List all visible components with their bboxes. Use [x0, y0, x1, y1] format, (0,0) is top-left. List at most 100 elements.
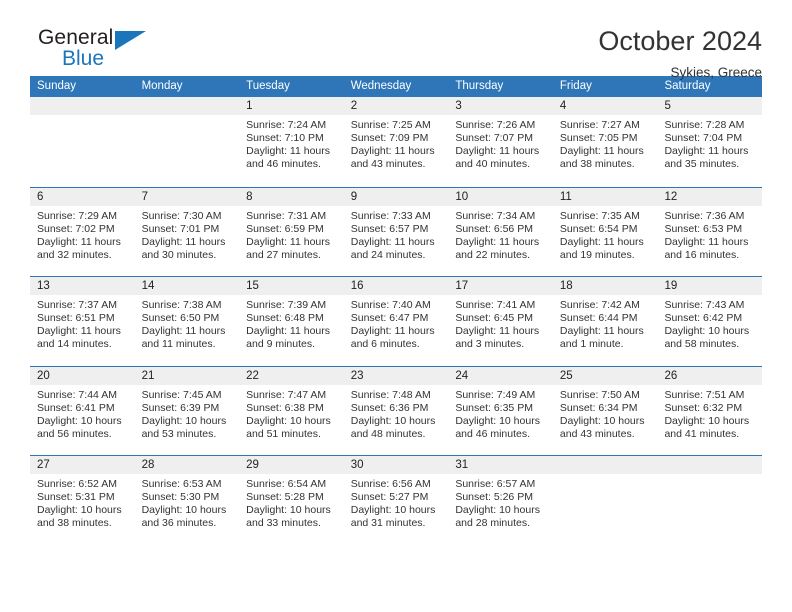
week-row: 20 Sunrise: 7:44 AM Sunset: 6:41 PM Dayligh… [30, 365, 763, 456]
day-cell[interactable]: 12 Sunrise: 7:36 AM Sunset: 6:53 PM Dayligh… [657, 187, 763, 277]
day-cell[interactable]: 16 Sunrise: 7:40 AM Sunset: 6:47 PM Dayligh… [343, 277, 449, 366]
day-cell[interactable]: 24 Sunrise: 7:49 AM Sunset: 6:35 PM Dayligh… [448, 366, 553, 456]
weekday-header-thursday: Thursday [455, 80, 504, 92]
day-detail-line: and 22 minutes. [455, 248, 531, 261]
day-detail-line: and 9 minutes. [246, 338, 316, 351]
calendar-grid: Sunday Monday Tuesday Wednesday Thursday Frid… [30, 76, 763, 545]
day-detail-line: Daylight: 11 hours [664, 235, 749, 248]
day-cell[interactable]: 2 Sunrise: 7:25 AM Sunset: 7:09 PM Daylight… [343, 97, 449, 187]
day-number: 20 [30, 366, 135, 385]
day-detail-line: Sunrise: 7:50 AM [559, 388, 640, 401]
weekday-header-row: Sunday Monday Tuesday Wednesday Thursday Frid… [30, 76, 762, 97]
day-detail-line: Sunrise: 7:28 AM [664, 119, 745, 131]
day-detail-line: Sunrise: 7:45 AM [141, 388, 222, 401]
day-detail-line: Sunset: 6:48 PM [246, 312, 324, 325]
day-detail-line: Sunset: 6:41 PM [37, 401, 115, 414]
day-details: Sunrise: 6:52 AM Sunset: 5:31 PM Daylight:… [30, 474, 135, 530]
day-cell[interactable]: 30 Sunrise: 6:56 AM Sunset: 5:27 PM Dayligh… [343, 456, 449, 545]
day-detail-line: Daylight: 10 hours [141, 414, 227, 427]
day-number: 11 [552, 187, 658, 206]
day-detail-line: Sunset: 6:47 PM [350, 312, 429, 325]
day-detail-line: Daylight: 11 hours [350, 145, 435, 158]
calendar-body: 1 Sunrise: 7:24 AM Sunset: 7:10 PM Daylight… [30, 97, 763, 545]
day-detail-line: Sunrise: 7:43 AM [664, 299, 745, 311]
day-detail-line: Sunset: 6:34 PM [559, 401, 638, 414]
day-details: Sunrise: 7:42 AM Sunset: 6:44 PM Daylight:… [553, 295, 658, 351]
day-cell[interactable]: 1 Sunrise: 7:24 AM Sunset: 7:10 PM Daylight… [239, 97, 344, 187]
day-detail-line: and 58 minutes. [664, 338, 740, 351]
day-cell[interactable]: 31 Sunrise: 6:57 AM Sunset: 5:26 PM Dayligh… [448, 456, 553, 545]
day-cell[interactable]: 23 Sunrise: 7:48 AM Sunset: 6:36 PM Dayligh… [343, 366, 449, 456]
day-cell[interactable]: 26 Sunrise: 7:51 AM Sunset: 6:32 PM Dayligh… [657, 366, 763, 456]
day-detail-line: and 32 minutes. [37, 248, 112, 261]
day-detail-line: Sunrise: 7:40 AM [350, 299, 431, 311]
day-number [657, 456, 763, 474]
day-cell[interactable]: 5 Sunrise: 7:28 AM Sunset: 7:04 PM Daylight… [657, 97, 763, 187]
day-detail-line: and 28 minutes. [455, 517, 531, 530]
day-cell[interactable]: 15 Sunrise: 7:39 AM Sunset: 6:48 PM Dayligh… [239, 277, 344, 366]
day-details: Sunrise: 7:29 AM Sunset: 7:02 PM Daylight:… [30, 206, 135, 262]
day-detail-line: Daylight: 11 hours [455, 145, 540, 158]
day-cell[interactable]: 14 Sunrise: 7:38 AM Sunset: 6:50 PM Dayligh… [134, 277, 240, 366]
day-detail-line: Daylight: 11 hours [559, 235, 644, 248]
day-detail-line: Daylight: 11 hours [246, 145, 331, 158]
day-detail-line: Sunrise: 7:42 AM [559, 299, 640, 311]
day-detail-line: Sunrise: 7:39 AM [246, 299, 327, 311]
day-cell[interactable]: 11 Sunrise: 7:35 AM Sunset: 6:54 PM Dayligh… [552, 187, 658, 277]
day-detail-line: Sunset: 6:59 PM [246, 222, 324, 235]
weekday-header-wednesday: Wednesday [350, 80, 412, 92]
day-detail-line: and 46 minutes. [246, 158, 321, 171]
day-details: Sunrise: 7:33 AM Sunset: 6:57 PM Daylight:… [344, 206, 449, 262]
weekday-header-saturday: Saturday [664, 80, 711, 92]
day-details: Sunrise: 7:26 AM Sunset: 7:07 PM Daylight:… [448, 115, 553, 171]
day-detail-line: Sunset: 6:32 PM [664, 401, 743, 414]
day-cell[interactable]: 20 Sunrise: 7:44 AM Sunset: 6:41 PM Dayligh… [30, 366, 135, 456]
day-cell-empty [657, 456, 763, 545]
day-cell[interactable]: 8 Sunrise: 7:31 AM Sunset: 6:59 PM Daylight… [239, 187, 344, 277]
weekday-header-friday: Friday [559, 80, 592, 92]
triangle-right-icon [115, 31, 146, 50]
day-cell[interactable]: 29 Sunrise: 6:54 AM Sunset: 5:28 PM Dayligh… [239, 456, 344, 545]
day-cell[interactable]: 25 Sunrise: 7:50 AM Sunset: 6:34 PM Dayligh… [552, 366, 658, 456]
day-details: Sunrise: 7:31 AM Sunset: 6:59 PM Daylight:… [239, 206, 344, 262]
day-number: 31 [448, 456, 553, 474]
day-details: Sunrise: 7:48 AM Sunset: 6:36 PM Daylight:… [344, 385, 449, 441]
day-details: Sunrise: 7:45 AM Sunset: 6:39 PM Daylight:… [135, 385, 240, 441]
day-detail-line: Sunrise: 7:33 AM [350, 209, 431, 222]
day-number: 29 [239, 456, 344, 474]
day-cell[interactable]: 21 Sunrise: 7:45 AM Sunset: 6:39 PM Dayligh… [134, 366, 240, 456]
day-cell[interactable]: 10 Sunrise: 7:34 AM Sunset: 6:56 PM Dayligh… [448, 187, 553, 277]
brand-name-blue: Blue [62, 47, 105, 70]
day-cell[interactable]: 28 Sunrise: 6:53 AM Sunset: 5:30 PM Dayligh… [134, 456, 240, 545]
day-detail-line: Sunset: 7:01 PM [141, 222, 220, 235]
day-cell[interactable]: 9 Sunrise: 7:33 AM Sunset: 6:57 PM Daylight… [343, 187, 449, 277]
day-cell[interactable]: 7 Sunrise: 7:30 AM Sunset: 7:01 PM Daylight… [134, 187, 240, 277]
day-cell[interactable]: 22 Sunrise: 7:47 AM Sunset: 6:38 PM Dayligh… [239, 366, 344, 456]
day-cell[interactable]: 13 Sunrise: 7:37 AM Sunset: 6:51 PM Dayligh… [30, 277, 135, 366]
day-number: 23 [343, 366, 449, 385]
day-details: Sunrise: 7:28 AM Sunset: 7:04 PM Daylight:… [657, 115, 762, 171]
day-cell[interactable]: 3 Sunrise: 7:26 AM Sunset: 7:07 PM Daylight… [448, 97, 553, 187]
day-details: Sunrise: 7:50 AM Sunset: 6:34 PM Daylight:… [553, 385, 658, 441]
day-detail-line: Sunset: 5:28 PM [246, 491, 324, 504]
day-detail-line: Daylight: 10 hours [664, 325, 750, 338]
day-detail-line: Daylight: 10 hours [350, 414, 436, 427]
day-cell[interactable]: 27 Sunrise: 6:52 AM Sunset: 5:31 PM Dayligh… [30, 456, 135, 545]
day-number: 19 [657, 277, 763, 295]
day-detail-line: Daylight: 11 hours [37, 235, 121, 248]
day-detail-line: and 3 minutes. [455, 338, 525, 351]
day-detail-line: Sunset: 7:10 PM [246, 132, 324, 145]
day-detail-line: Sunrise: 7:36 AM [664, 209, 745, 222]
day-cell[interactable]: 18 Sunrise: 7:42 AM Sunset: 6:44 PM Dayligh… [552, 277, 658, 366]
day-number: 13 [30, 277, 135, 295]
day-cell[interactable]: 19 Sunrise: 7:43 AM Sunset: 6:42 PM Dayligh… [657, 277, 763, 366]
day-detail-line: Sunset: 6:39 PM [141, 401, 220, 414]
day-details: Sunrise: 7:36 AM Sunset: 6:53 PM Daylight:… [657, 206, 762, 262]
day-detail-line: Sunset: 7:04 PM [664, 132, 743, 145]
calendar-page: General Blue October 2024 Sykies, Greece… [0, 0, 792, 612]
day-detail-line: Sunrise: 7:48 AM [350, 388, 431, 401]
day-detail-line: Sunset: 6:38 PM [246, 401, 324, 414]
day-cell[interactable]: 4 Sunrise: 7:27 AM Sunset: 7:05 PM Daylight… [552, 97, 658, 187]
day-cell[interactable]: 6 Sunrise: 7:29 AM Sunset: 7:02 PM Daylight… [30, 187, 135, 277]
day-cell[interactable]: 17 Sunrise: 7:41 AM Sunset: 6:45 PM Dayligh… [448, 277, 553, 366]
